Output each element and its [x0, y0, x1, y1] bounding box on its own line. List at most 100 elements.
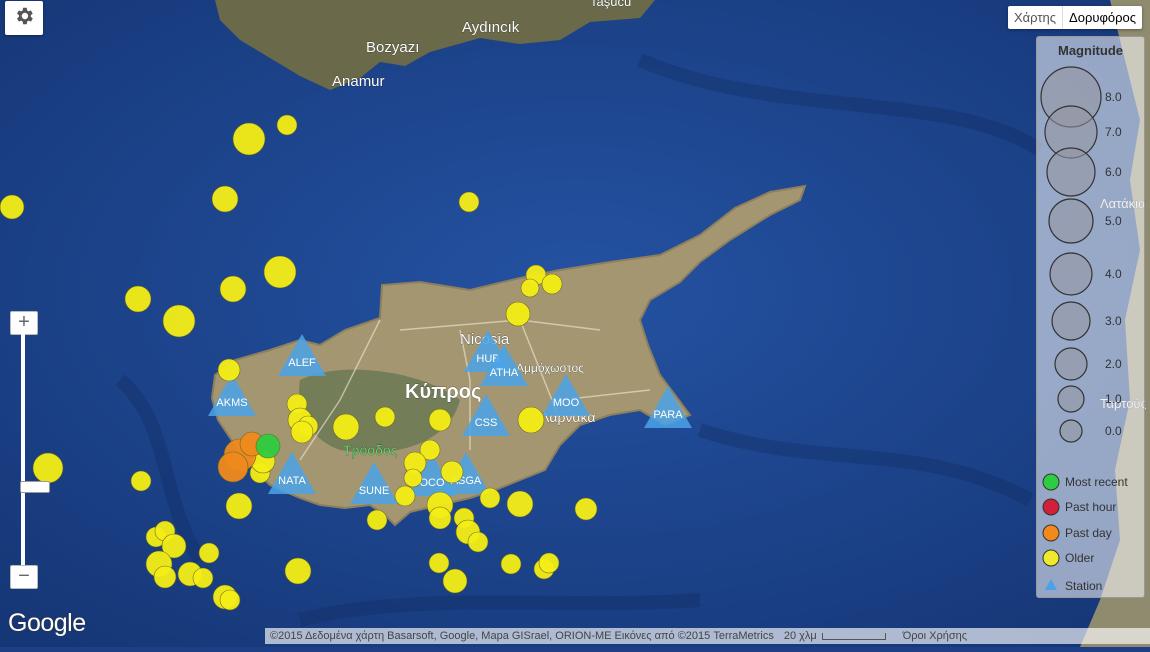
place-label-aydincik: Aydıncık: [462, 19, 520, 36]
quake-marker-older[interactable]: [198, 542, 220, 564]
station-label: OCO: [419, 477, 445, 489]
legend-magnitude-label: 3.0: [1105, 314, 1122, 328]
legend-magnitude-label: 1.0: [1105, 392, 1122, 406]
legend-magnitude-label: 4.0: [1105, 267, 1122, 281]
quake-marker-older[interactable]: [219, 589, 241, 611]
legend-category-swatch: [1042, 498, 1060, 516]
quake-marker-older[interactable]: [130, 470, 152, 492]
station-label: NATA: [278, 475, 306, 487]
quake-marker-older[interactable]: [192, 567, 214, 589]
station-label: MOO: [553, 397, 580, 409]
quake-marker-older[interactable]: [541, 273, 563, 295]
place-label-troodos: Τρόοδος: [343, 442, 398, 458]
quake-marker-older[interactable]: [428, 408, 452, 432]
map-type-control: Χάρτης Δορυφόρος: [1008, 6, 1142, 29]
place-label-bozyazi: Bozyazı: [366, 39, 419, 56]
map-type-map-button[interactable]: Χάρτης: [1008, 6, 1064, 29]
quake-marker-older[interactable]: [232, 122, 266, 156]
quake-marker-older[interactable]: [428, 506, 452, 530]
quake-marker-older[interactable]: [440, 460, 464, 484]
quake-marker-older[interactable]: [517, 406, 545, 434]
legend-category-label: Older: [1065, 551, 1094, 565]
place-label-kypros: Κύπρος: [405, 381, 481, 403]
quake-marker-older[interactable]: [374, 406, 396, 428]
quake-marker-older[interactable]: [458, 191, 480, 213]
quake-marker-older[interactable]: [290, 420, 314, 444]
quake-marker-most-recent[interactable]: [255, 433, 281, 459]
legend-magnitude-circle: [1059, 419, 1083, 443]
map-canvas[interactable]: TaşucuAydıncıkBozyazıAnamurNicosiaΑμμόχω…: [0, 0, 1150, 647]
scale-label: 20 χλμ: [783, 630, 817, 642]
quake-marker-older[interactable]: [276, 114, 298, 136]
legend-magnitude-label: 0.0: [1105, 424, 1122, 438]
quake-marker-older[interactable]: [332, 413, 360, 441]
legend-magnitude-circle: [1048, 198, 1094, 244]
zoom-in-button[interactable]: +: [10, 311, 38, 335]
place-label-tasucu: Taşucu: [590, 0, 631, 9]
quake-marker-older[interactable]: [153, 565, 177, 589]
legend-magnitude-circle: [1057, 385, 1085, 413]
legend-station-icon: [1045, 579, 1057, 590]
legend-magnitude-circle: [1054, 347, 1088, 381]
station-label: CSS: [475, 417, 498, 429]
quake-marker-older[interactable]: [162, 304, 196, 338]
settings-button[interactable]: [5, 1, 43, 35]
legend-magnitude-label: 6.0: [1105, 165, 1122, 179]
place-label-anamur: Anamur: [332, 73, 385, 90]
gear-icon: [13, 5, 35, 32]
attribution-bar: ©2015 Δεδομένα χάρτη Basarsoft, Google, …: [265, 628, 1150, 644]
zoom-control: + −: [10, 311, 50, 591]
quake-marker-older[interactable]: [403, 468, 423, 488]
quake-marker-older[interactable]: [467, 531, 489, 553]
quake-marker-older[interactable]: [32, 452, 64, 484]
magnitude-legend: Magnitude 8.0 7.0 6.0 5.0 4.0 3.0 2.0 1.0 0.0 Mos…: [1036, 36, 1145, 598]
legend-magnitude-circle: [1046, 147, 1096, 197]
quake-marker-older[interactable]: [394, 485, 416, 507]
quake-marker-older[interactable]: [284, 557, 312, 585]
quake-marker-older[interactable]: [217, 358, 241, 382]
legend-magnitude-label: 5.0: [1105, 214, 1122, 228]
scale-bar: [821, 632, 886, 640]
legend-station-label: Station: [1065, 579, 1102, 593]
google-logo: Google: [8, 609, 86, 637]
legend-magnitude-circle: [1049, 252, 1093, 296]
station-label: ALEF: [288, 357, 316, 369]
legend-category-label: Most recent: [1065, 475, 1128, 489]
quake-marker-older[interactable]: [505, 301, 531, 327]
legend-magnitude-label: 7.0: [1105, 125, 1122, 139]
legend-magnitude-circle: [1051, 301, 1091, 341]
quake-marker-older[interactable]: [442, 568, 468, 594]
quake-marker-older[interactable]: [225, 492, 253, 520]
station-label: SUNE: [359, 485, 390, 497]
legend-category-swatch: [1042, 473, 1060, 491]
legend-magnitude-label: 2.0: [1105, 357, 1122, 371]
quake-marker-past-day[interactable]: [217, 451, 249, 483]
zoom-slider-track[interactable]: [20, 333, 50, 569]
station-label: ATHA: [490, 367, 519, 379]
map-type-satellite-button[interactable]: Δορυφόρος: [1063, 6, 1142, 29]
station-label: AKMS: [216, 397, 247, 409]
legend-category-swatch: [1042, 549, 1060, 567]
quake-marker-older[interactable]: [0, 194, 25, 220]
zoom-slider-handle[interactable]: [20, 481, 50, 493]
quake-marker-older[interactable]: [219, 275, 247, 303]
terms-link[interactable]: Όροι Χρήσης: [898, 630, 972, 642]
zoom-out-button[interactable]: −: [10, 565, 38, 589]
quake-marker-older[interactable]: [428, 552, 450, 574]
quake-marker-older[interactable]: [124, 285, 152, 313]
legend-category-label: Past hour: [1065, 500, 1116, 514]
quake-marker-older[interactable]: [479, 487, 501, 509]
attribution-text: ©2015 Δεδομένα χάρτη Basarsoft, Google, …: [270, 630, 774, 642]
place-label-ammochostos-frag: Αμμόχωστος: [516, 361, 584, 375]
quake-marker-older[interactable]: [520, 278, 540, 298]
quake-marker-older[interactable]: [366, 509, 388, 531]
quake-marker-older[interactable]: [263, 255, 297, 289]
quake-marker-older[interactable]: [574, 497, 598, 521]
quake-marker-older[interactable]: [500, 553, 522, 575]
legend-category-swatch: [1042, 524, 1060, 542]
quake-marker-older[interactable]: [538, 552, 560, 574]
legend-magnitude-label: 8.0: [1105, 90, 1122, 104]
quake-marker-older[interactable]: [211, 185, 239, 213]
legend-category-label: Past day: [1065, 526, 1112, 540]
quake-marker-older[interactable]: [506, 490, 534, 518]
